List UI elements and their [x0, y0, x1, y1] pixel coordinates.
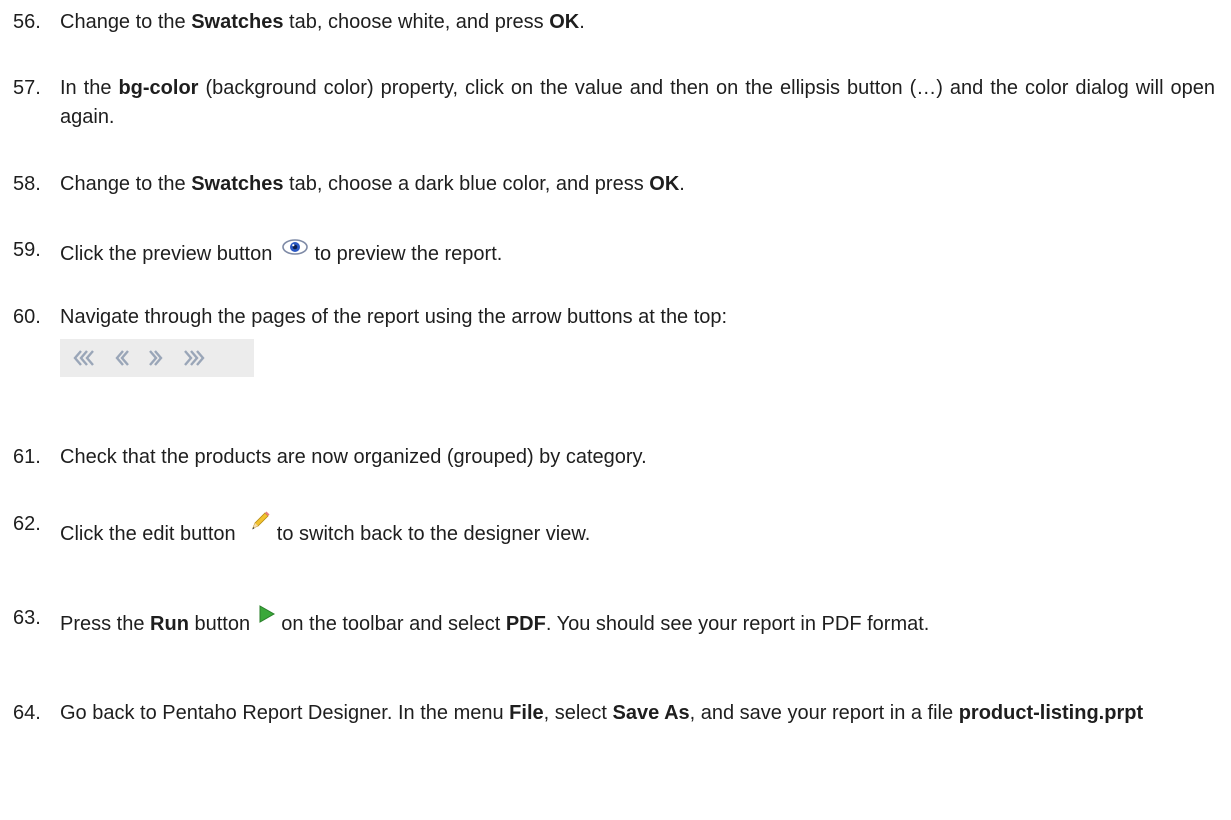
instruction-page: 56. Change to the Swatches tab, choose w…: [0, 0, 1231, 820]
step-text-b: to switch back to the designer view.: [271, 523, 591, 545]
text-segment: .: [679, 173, 685, 195]
step-text: Click the preview button to preview the …: [60, 236, 1215, 269]
step-number: 64.: [13, 702, 41, 724]
next-page-icon: [149, 350, 163, 366]
pencil-icon: [249, 510, 271, 541]
bold-term: OK: [549, 11, 580, 33]
step-text-b: to preview the report.: [308, 243, 503, 265]
text-segment: on the toolbar and select: [275, 613, 506, 635]
step-60: 60. Navigate through the pages of the re…: [0, 303, 1215, 427]
bold-term: Swatches: [191, 173, 284, 195]
text-segment: Press the: [60, 613, 151, 635]
bold-term: Swatches: [191, 11, 284, 33]
eye-icon: [281, 236, 309, 265]
text-segment: Change to the: [60, 11, 192, 33]
text-segment: . You should see your report in PDF form…: [545, 613, 930, 635]
step-number: 59.: [13, 239, 41, 261]
page-navigation-toolbar: [60, 339, 254, 377]
step-text: Change to the Swatches tab, choose a dar…: [60, 170, 1215, 199]
text-segment: , and save your report in a file: [689, 702, 959, 724]
bold-term: File: [509, 702, 544, 724]
text-segment: (background color) property, click on th…: [60, 77, 1215, 128]
step-number: 57.: [13, 77, 41, 99]
text-segment: In the: [60, 77, 119, 99]
text-segment: , select: [543, 702, 613, 724]
bold-term: OK: [649, 173, 680, 195]
text-segment: .: [579, 11, 585, 33]
step-number: 58.: [13, 173, 41, 195]
step-number: 61.: [13, 446, 41, 468]
first-page-icon: [73, 350, 94, 366]
text-segment: Change to the: [60, 173, 192, 195]
text-segment: tab, choose a dark blue color, and press: [283, 173, 650, 195]
bold-term: PDF: [505, 613, 546, 635]
step-text: Change to the Swatches tab, choose white…: [60, 8, 1215, 37]
step-number: 62.: [13, 513, 41, 535]
step-text-a: Click the preview button: [60, 243, 273, 265]
step-text: Go back to Pentaho Report Designer. In t…: [60, 699, 1215, 728]
bold-term: Save As: [612, 702, 690, 724]
text-segment: button: [188, 613, 256, 635]
step-text: In the bg-color (background color) prope…: [60, 74, 1215, 132]
step-text: Check that the products are now organize…: [60, 446, 647, 468]
bold-term: bg-color: [118, 77, 199, 99]
text-segment: tab, choose white, and press: [283, 11, 550, 33]
bold-term: Run: [150, 613, 189, 635]
last-page-icon: [184, 350, 205, 366]
step-text: Press the Run button on the toolbar and …: [60, 604, 1215, 639]
step-number: 56.: [13, 11, 41, 33]
step-text-a: Click the edit button: [60, 523, 236, 545]
step-text: Click the edit button to switch back to …: [60, 510, 1215, 549]
text-segment: Go back to Pentaho Report Designer. In t…: [60, 702, 510, 724]
run-icon: [256, 604, 276, 633]
previous-page-icon: [115, 350, 129, 366]
bold-term: product-listing.prpt: [958, 702, 1144, 724]
step-number: 63.: [13, 607, 41, 629]
step-number: 60.: [13, 306, 41, 328]
step-text: Navigate through the pages of the report…: [60, 306, 728, 328]
